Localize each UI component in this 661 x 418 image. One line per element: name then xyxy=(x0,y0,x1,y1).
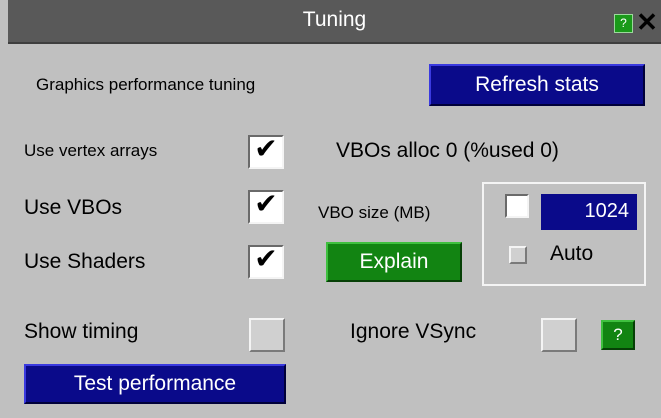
help-icon[interactable]: ? xyxy=(614,14,633,33)
vbos-checkbox[interactable]: ✔ xyxy=(248,188,284,224)
vertex-arrays-checkbox[interactable]: ✔ xyxy=(248,133,284,169)
vbo-size-input[interactable]: 1024 xyxy=(541,194,637,230)
checkmark-icon: ✔ xyxy=(254,243,278,274)
checkmark-icon: ✔ xyxy=(254,188,278,219)
ignore-vsync-label: Ignore VSync xyxy=(350,320,477,343)
tuning-window: Tuning ? ✕ Graphics performance tuning R… xyxy=(0,0,661,418)
vbo-alloc-status: VBOs alloc 0 (%used 0) xyxy=(336,139,559,162)
checkmark-icon: ✔ xyxy=(254,133,278,164)
section-title: Graphics performance tuning xyxy=(36,75,256,94)
shaders-label: Use Shaders xyxy=(24,250,146,273)
auto-label: Auto xyxy=(550,242,594,265)
vsync-help-button[interactable]: ? xyxy=(601,320,635,350)
show-timing-label: Show timing xyxy=(24,320,139,343)
auto-checkbox[interactable] xyxy=(509,246,527,264)
title-bar: Tuning ? ✕ xyxy=(8,0,661,44)
vbo-size-label: VBO size (MB) xyxy=(318,203,431,222)
shaders-checkbox[interactable]: ✔ xyxy=(248,243,284,279)
vertex-arrays-label: Use vertex arrays xyxy=(24,141,158,160)
show-timing-toggle[interactable] xyxy=(249,318,285,352)
explain-button[interactable]: Explain xyxy=(326,242,462,282)
test-performance-button[interactable]: Test performance xyxy=(24,364,286,404)
ignore-vsync-toggle[interactable] xyxy=(541,318,577,352)
window-title: Tuning xyxy=(302,8,367,31)
vbo-size-enable-checkbox[interactable] xyxy=(505,194,529,218)
close-icon[interactable]: ✕ xyxy=(635,8,659,36)
vbos-label: Use VBOs xyxy=(24,196,123,219)
refresh-stats-button[interactable]: Refresh stats xyxy=(429,64,645,106)
